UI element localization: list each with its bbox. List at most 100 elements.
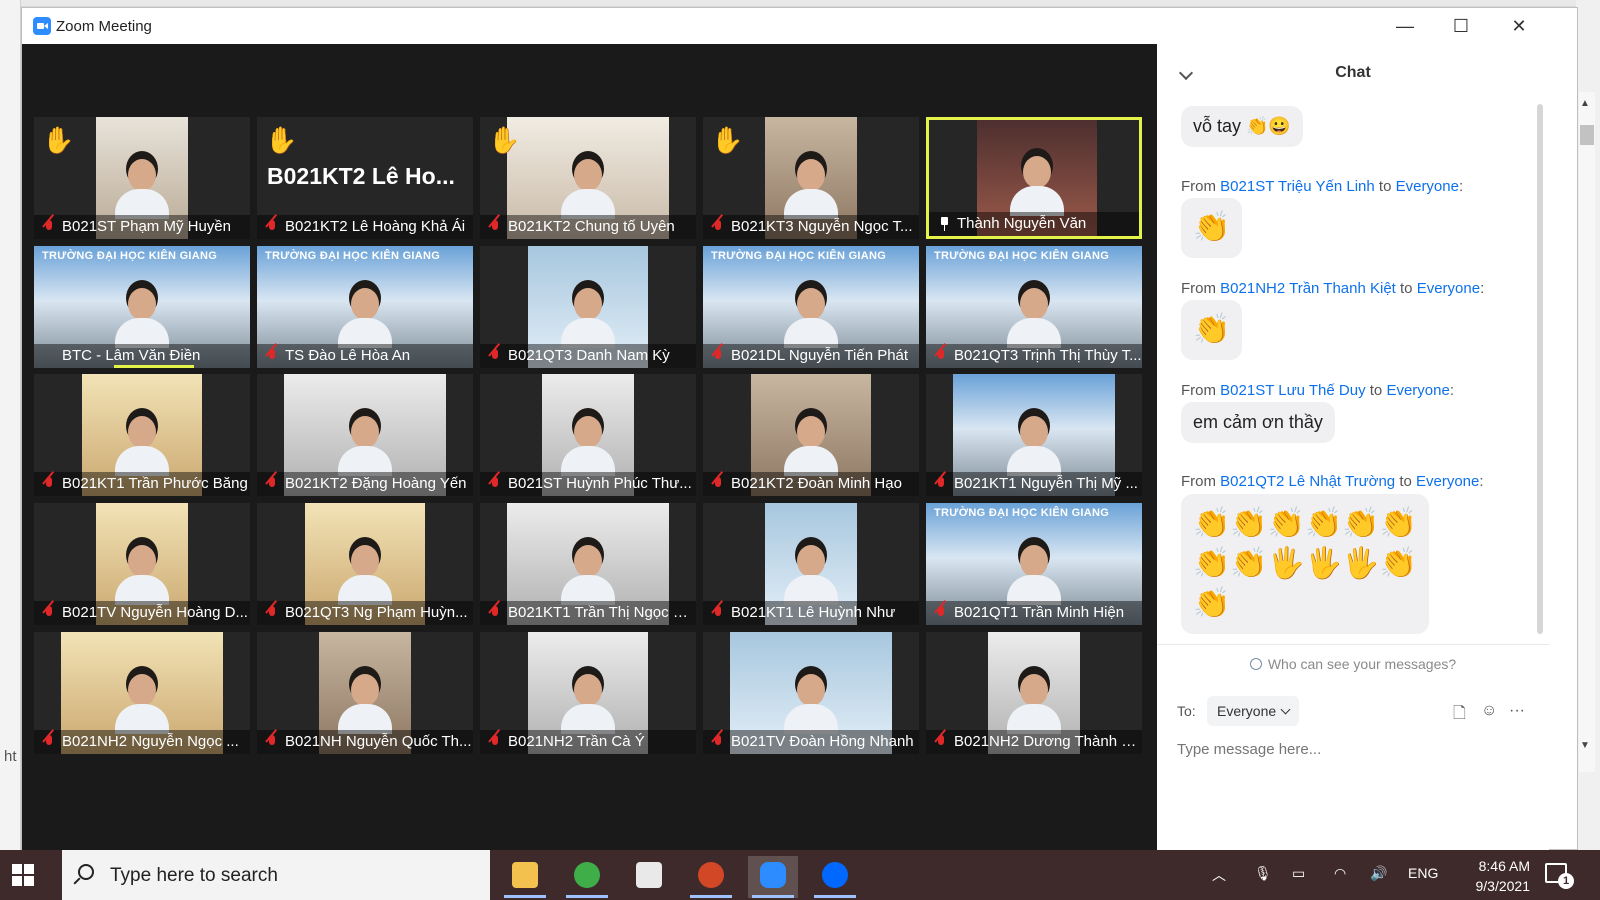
- participant-video-tile[interactable]: B021QT3 Danh Nam Kỳ: [480, 246, 696, 368]
- powerpoint-app[interactable]: [686, 856, 736, 898]
- participant-name: TS Đào Lê Hòa An: [257, 344, 473, 368]
- participant-video-tile[interactable]: B021KT2 Đặng Hoàng Yến: [257, 374, 473, 496]
- participant-video-tile[interactable]: Thành Nguyễn Văn: [926, 117, 1142, 239]
- participant-video-tile[interactable]: B021TV Đoàn Hồng Nhanh: [703, 632, 919, 754]
- file-explorer-app[interactable]: [500, 856, 550, 898]
- zoom-logo-icon: [33, 17, 51, 35]
- participant-name: B021KT1 Nguyễn Thị Mỹ ...: [926, 472, 1142, 496]
- zoom-app[interactable]: [748, 856, 798, 898]
- minimize-button[interactable]: —: [1382, 12, 1428, 40]
- participant-video-tile[interactable]: ✋ B021KT2 Chung tố Uyên: [480, 117, 696, 239]
- microphone-icon[interactable]: 🎙: [1254, 865, 1272, 882]
- start-logo-quad: [12, 864, 22, 874]
- participant-name: B021QT3 Danh Nam Kỳ: [480, 344, 696, 368]
- who-can-see-link[interactable]: Who can see your messages?: [1157, 656, 1549, 672]
- notification-count: 1: [1558, 873, 1574, 889]
- participant-video-tile[interactable]: B021NH2 Dương Thành V...: [926, 632, 1142, 754]
- emoji-icon[interactable]: ☺: [1481, 702, 1497, 720]
- chat-sender-name[interactable]: B021ST Triệu Yến Linh: [1220, 178, 1375, 195]
- video-gallery: ✋ B021ST Phạm Mỹ Huyền ✋ B021KT2 Lê Ho... B0…: [22, 44, 1157, 851]
- close-button[interactable]: ✕: [1496, 12, 1542, 40]
- participant-video-tile[interactable]: TRƯỜNG ĐẠI HỌC KIÊN GIANG B021DL Nguyễn T…: [703, 246, 919, 368]
- system-clock[interactable]: 8:46 AM 9/3/2021: [1450, 856, 1531, 896]
- participant-figure: [784, 416, 838, 476]
- participant-name: B021NH2 Dương Thành V...: [926, 730, 1142, 754]
- participant-video-tile[interactable]: ✋ B021KT2 Lê Ho... B021KT2 Lê Hoàng Khả Ái: [257, 117, 473, 239]
- store-app[interactable]: [624, 856, 674, 898]
- chat-scrollbar-thumb[interactable]: [1537, 104, 1543, 634]
- participant-name: Thành Nguyễn Văn: [929, 212, 1139, 236]
- participant-figure: [784, 159, 838, 219]
- muted-microphone-icon: [265, 477, 279, 491]
- chat-sender-name[interactable]: B021NH2 Trần Thanh Kiệt: [1220, 280, 1396, 297]
- participant-figure: [1010, 156, 1064, 216]
- battery-icon[interactable]: ▭: [1292, 865, 1305, 882]
- muted-microphone-icon: [42, 606, 56, 620]
- recipient-value: Everyone: [1217, 703, 1277, 719]
- windows-start-button[interactable]: [12, 864, 34, 886]
- participant-video-tile[interactable]: TRƯỜNG ĐẠI HỌC KIÊN GIANG TS Đào Lê Hòa A…: [257, 246, 473, 368]
- background-browser-edge: ht: [0, 0, 21, 850]
- muted-microphone-icon: [711, 735, 725, 749]
- muted-microphone-icon: [711, 349, 725, 363]
- chat-recipient-name[interactable]: Everyone: [1396, 178, 1459, 195]
- scroll-up-arrow-icon[interactable]: ▲: [1580, 98, 1590, 109]
- participant-video-tile[interactable]: TRƯỜNG ĐẠI HỌC KIÊN GIANG BTC - Lâm Văn Đ…: [34, 246, 250, 368]
- participant-video-tile[interactable]: B021QT3 Ng Phạm Huỳn...: [257, 503, 473, 625]
- participant-video-tile[interactable]: B021NH Nguyễn Quốc Th...: [257, 632, 473, 754]
- wifi-icon[interactable]: ◠: [1334, 865, 1346, 882]
- scrollbar-track[interactable]: [1579, 92, 1595, 772]
- participant-figure: [1007, 674, 1061, 734]
- scrollbar-thumb[interactable]: [1580, 125, 1594, 145]
- participant-figure: [1007, 416, 1061, 476]
- taskbar-search-box[interactable]: Type here to search: [62, 850, 490, 900]
- participant-name: B021KT1 Trần Thị Ngọc D...: [480, 601, 696, 625]
- more-options-icon[interactable]: ···: [1509, 702, 1525, 720]
- chat-sender-name[interactable]: B021QT2 Lê Nhật Trường: [1220, 473, 1395, 490]
- zalo-app[interactable]: [810, 856, 860, 898]
- virtual-background-banner-text: TRƯỜNG ĐẠI HỌC KIÊN GIANG: [711, 250, 887, 262]
- raised-hand-icon: ✋: [711, 125, 744, 155]
- chat-scrollbar[interactable]: [1537, 104, 1545, 644]
- chat-recipient-name[interactable]: Everyone: [1417, 280, 1480, 297]
- browser-app[interactable]: [562, 856, 612, 898]
- participant-video-tile[interactable]: ✋ B021KT3 Nguyễn Ngọc T...: [703, 117, 919, 239]
- chat-recipient-name[interactable]: Everyone: [1386, 382, 1449, 399]
- participant-video-tile[interactable]: B021ST Huỳnh Phúc Thư...: [480, 374, 696, 496]
- chat-to-label: to: [1400, 280, 1413, 297]
- participant-video-tile[interactable]: B021KT1 Trần Phước Băng: [34, 374, 250, 496]
- participant-video-tile[interactable]: B021NH2 Nguyễn Ngọc ...: [34, 632, 250, 754]
- chat-message-text: 👏: [1193, 313, 1231, 346]
- muted-microphone-icon: [265, 349, 279, 363]
- start-logo-quad: [24, 864, 34, 874]
- chat-sender-name[interactable]: B021ST Lưu Thế Duy: [1220, 382, 1365, 399]
- participant-figure: [561, 674, 615, 734]
- participant-video-tile[interactable]: B021KT1 Nguyễn Thị Mỹ ...: [926, 374, 1142, 496]
- muted-microphone-icon: [42, 477, 56, 491]
- participant-video-tile[interactable]: B021KT1 Lê Huỳnh Như: [703, 503, 919, 625]
- scroll-down-arrow-icon[interactable]: ▼: [1580, 740, 1590, 751]
- recipient-dropdown[interactable]: Everyone: [1207, 696, 1300, 726]
- participant-video-tile[interactable]: ✋ B021ST Phạm Mỹ Huyền: [34, 117, 250, 239]
- participant-video-tile[interactable]: TRƯỜNG ĐẠI HỌC KIÊN GIANG B021QT1 Trần Mi…: [926, 503, 1142, 625]
- running-indicator: [752, 895, 794, 898]
- volume-icon[interactable]: 🔊: [1370, 865, 1387, 882]
- participant-name: B021KT1 Lê Huỳnh Như: [703, 601, 919, 625]
- background-browser-scrollbar[interactable]: ▲ ▼: [1576, 0, 1600, 850]
- running-indicator: [504, 895, 546, 898]
- participant-video-tile[interactable]: TRƯỜNG ĐẠI HỌC KIÊN GIANG B021QT3 Trịnh T…: [926, 246, 1142, 368]
- chat-from-label: From: [1181, 473, 1216, 490]
- participant-display-name-large: B021KT2 Lê Ho...: [267, 163, 455, 189]
- notification-center-icon[interactable]: 1: [1545, 863, 1574, 889]
- participant-video-tile[interactable]: B021NH2 Trần Cà Ý: [480, 632, 696, 754]
- file-icon[interactable]: 🗋: [1453, 702, 1466, 729]
- participant-video-tile[interactable]: B021KT2 Đoàn Minh Hạo: [703, 374, 919, 496]
- participant-video-tile[interactable]: B021TV Nguyễn Hoàng D...: [34, 503, 250, 625]
- chat-message-input[interactable]: [1177, 736, 1527, 762]
- participant-video-tile[interactable]: B021KT1 Trần Thị Ngọc D...: [480, 503, 696, 625]
- zoom-meeting-window: Zoom Meeting — ☐ ✕ ✋ B021ST Phạm Mỹ Huyền…: [21, 7, 1578, 851]
- language-indicator[interactable]: ENG: [1408, 865, 1438, 881]
- chat-recipient-name[interactable]: Everyone: [1416, 473, 1479, 490]
- show-hidden-icons-chevron-icon[interactable]: ︿: [1212, 865, 1226, 885]
- maximize-button[interactable]: ☐: [1438, 12, 1484, 40]
